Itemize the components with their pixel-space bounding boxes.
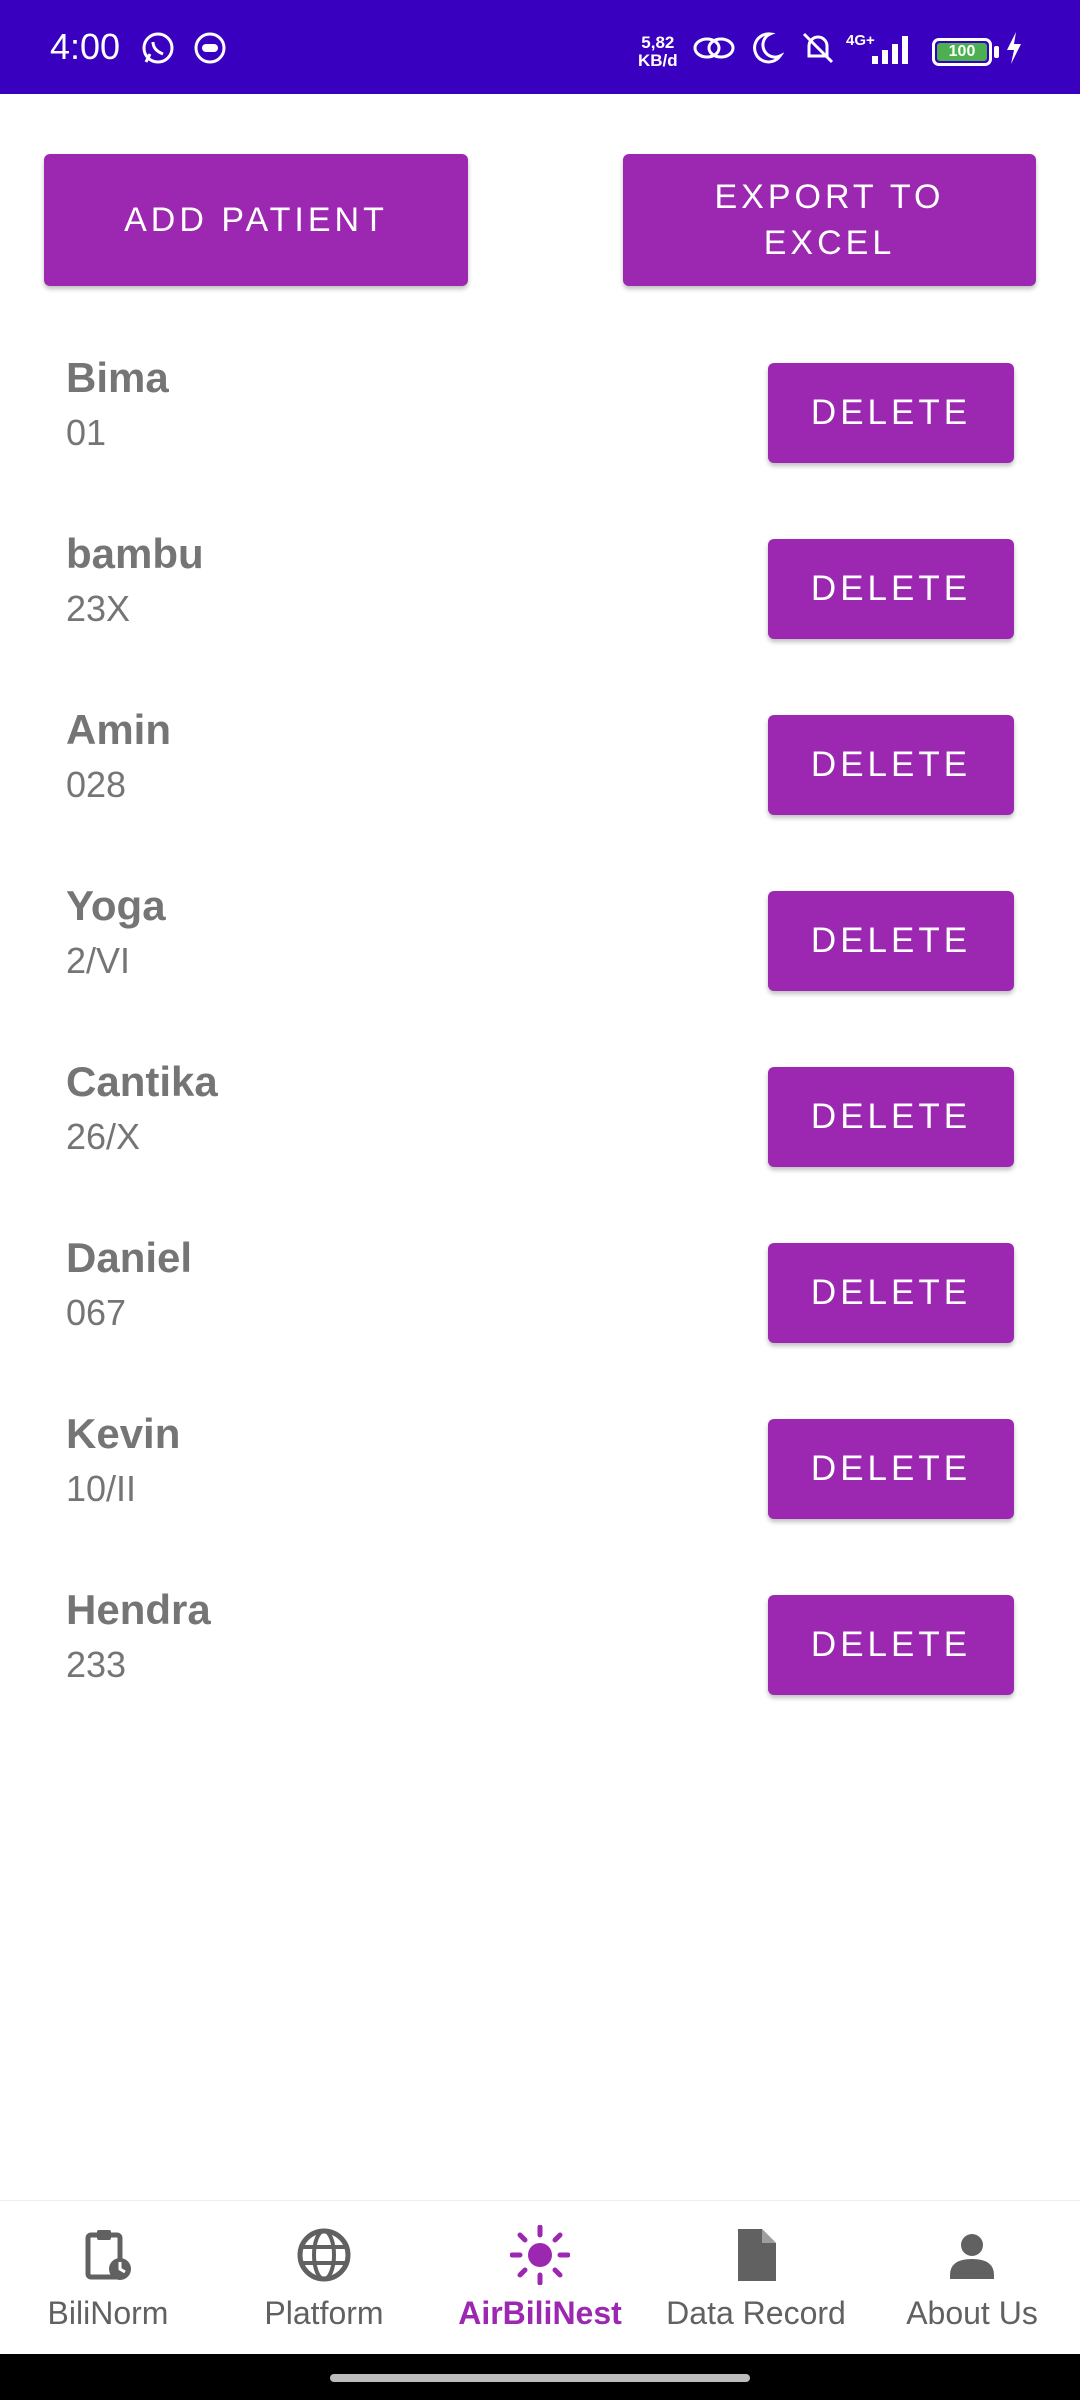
gesture-area — [0, 2354, 1080, 2400]
moon-icon — [753, 32, 784, 64]
status-time: 4:00 — [50, 26, 121, 67]
nav-label: Platform — [264, 2295, 384, 2331]
network-speed-unit: KB/d — [638, 51, 678, 70]
list-item: Bima 01 DELETE — [0, 340, 1080, 516]
patient-name: Kevin — [66, 1410, 181, 1457]
patient-id: 233 — [66, 1644, 127, 1685]
globe-icon — [297, 2228, 351, 2282]
list-item: Daniel 067 DELETE — [0, 1220, 1080, 1396]
patient-name: Cantika — [66, 1058, 218, 1105]
patient-name: Hendra — [66, 1586, 211, 1633]
home-gesture-bar[interactable] — [330, 2374, 750, 2382]
charging-icon — [1007, 32, 1021, 64]
delete-button[interactable]: DELETE — [768, 1067, 1014, 1167]
nav-label: AirBiliNest — [458, 2295, 622, 2331]
patient-id: 23X — [66, 588, 131, 629]
nav-item-data-record[interactable]: Data Record — [648, 2201, 864, 2355]
patient-name: Bima — [66, 354, 169, 401]
patient-name: Daniel — [66, 1234, 193, 1281]
patient-id: 2/VI — [66, 940, 131, 981]
file-icon — [738, 2229, 776, 2281]
person-icon — [950, 2234, 994, 2279]
patient-id: 067 — [66, 1292, 127, 1333]
bottom-navigation: BiliNorm Platform AirBiliNest Data Recor… — [0, 2200, 1080, 2355]
face-icon — [194, 32, 226, 64]
list-item: Hendra 233 DELETE — [0, 1572, 1080, 1748]
patient-id: 26/X — [66, 1116, 141, 1157]
battery-level: 100 — [937, 43, 987, 61]
battery-icon: 100 — [932, 38, 992, 66]
link-icon — [693, 37, 735, 59]
delete-button[interactable]: DELETE — [768, 1243, 1014, 1343]
patient-id: 01 — [66, 412, 107, 453]
nav-label: BiliNorm — [47, 2295, 169, 2331]
signal-icon — [872, 36, 908, 64]
nav-item-platform[interactable]: Platform — [216, 2201, 432, 2355]
sun-icon — [510, 2225, 570, 2285]
clipboard-clock-icon — [85, 2230, 131, 2280]
delete-button[interactable]: DELETE — [768, 1419, 1014, 1519]
status-bar: 4:00 5,82 KB/d 4G+ 100 — [0, 0, 1080, 94]
patient-name: Amin — [66, 706, 171, 753]
patient-name: Yoga — [66, 882, 166, 929]
patient-name: bambu — [66, 530, 204, 577]
patient-id: 10/II — [66, 1468, 137, 1509]
bell-off-icon — [802, 32, 834, 64]
battery-cap — [994, 46, 999, 58]
list-item: Cantika 26/X DELETE — [0, 1044, 1080, 1220]
network-speed-value: 5,82 — [641, 33, 675, 52]
nav-item-airbilinest[interactable]: AirBiliNest — [432, 2201, 648, 2355]
delete-button[interactable]: DELETE — [768, 363, 1014, 463]
whatsapp-icon — [142, 32, 174, 64]
list-item: bambu 23X DELETE — [0, 516, 1080, 692]
nav-item-bilinorm[interactable]: BiliNorm — [0, 2201, 216, 2355]
add-patient-button[interactable]: ADD PATIENT — [44, 154, 468, 286]
nav-label: Data Record — [666, 2295, 846, 2331]
nav-item-about-us[interactable]: About Us — [864, 2201, 1080, 2355]
list-item: Yoga 2/VI DELETE — [0, 868, 1080, 1044]
patient-id: 028 — [66, 764, 127, 805]
patient-list: Bima 01 DELETE bambu 23X DELETE Amin 028… — [0, 340, 1080, 1748]
delete-button[interactable]: DELETE — [768, 891, 1014, 991]
network-speed: 5,82 KB/d — [638, 34, 678, 70]
delete-button[interactable]: DELETE — [768, 539, 1014, 639]
nav-label: About Us — [906, 2295, 1038, 2331]
export-to-excel-button[interactable]: EXPORT TO EXCEL — [623, 154, 1036, 286]
list-item: Kevin 10/II DELETE — [0, 1396, 1080, 1572]
delete-button[interactable]: DELETE — [768, 1595, 1014, 1695]
list-item: Amin 028 DELETE — [0, 692, 1080, 868]
delete-button[interactable]: DELETE — [768, 715, 1014, 815]
